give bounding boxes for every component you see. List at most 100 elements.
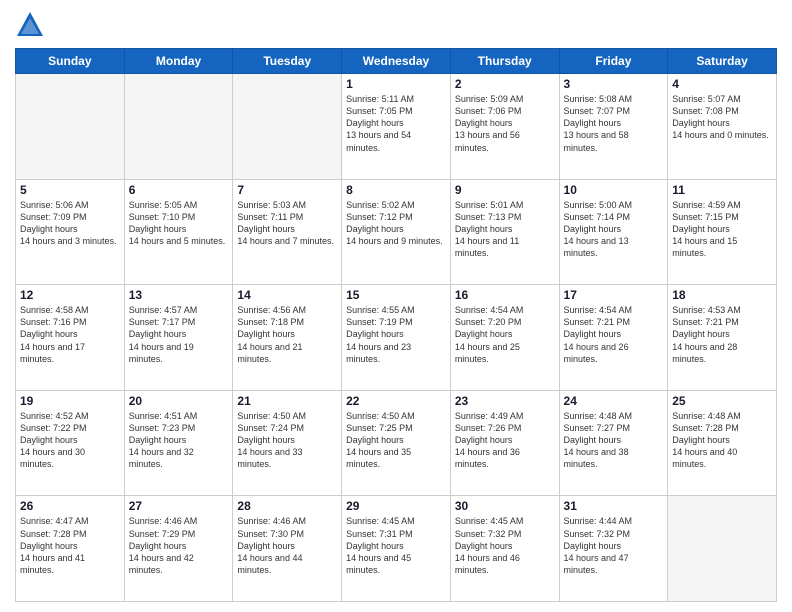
- day-info: Sunrise: 4:45 AMSunset: 7:31 PMDaylight …: [346, 515, 446, 576]
- calendar-cell: 19 Sunrise: 4:52 AMSunset: 7:22 PMDayligh…: [16, 390, 125, 496]
- day-info: Sunrise: 5:07 AMSunset: 7:08 PMDaylight …: [672, 93, 772, 142]
- calendar-cell: 11 Sunrise: 4:59 AMSunset: 7:15 PMDayligh…: [668, 179, 777, 285]
- day-number: 1: [346, 77, 446, 91]
- day-info: Sunrise: 5:05 AMSunset: 7:10 PMDaylight …: [129, 199, 229, 248]
- day-number: 26: [20, 499, 120, 513]
- calendar-cell: 7Sunrise: 5:03 AMSunset: 7:11 PMDaylight…: [233, 179, 342, 285]
- day-number: 11: [672, 183, 772, 197]
- calendar-cell: 22Sunrise: 4:50 AMSunset: 7:25 PMDayligh…: [342, 390, 451, 496]
- day-info: Sunrise: 4:50 AMSunset: 7:25 PMDaylight …: [346, 410, 446, 471]
- day-number: 17: [564, 288, 664, 302]
- calendar-cell: 3Sunrise: 5:08 AMSunset: 7:07 PMDaylight…: [559, 74, 668, 180]
- day-number: 10: [564, 183, 664, 197]
- day-info: Sunrise: 4:46 AMSunset: 7:29 PMDaylight …: [129, 515, 229, 576]
- calendar-cell: 25Sunrise: 4:48 AMSunset: 7:28 PMDayligh…: [668, 390, 777, 496]
- day-info: Sunrise: 4:54 AMSunset: 7:20 PMDaylight …: [455, 304, 555, 365]
- day-info: Sunrise: 5:01 AMSunset: 7:13 PMDaylight …: [455, 199, 555, 260]
- calendar-cell: 23Sunrise: 4:49 AMSunset: 7:26 PMDayligh…: [450, 390, 559, 496]
- day-number: 6: [129, 183, 229, 197]
- weekday-header-friday: Friday: [559, 49, 668, 74]
- calendar-cell: 5 Sunrise: 5:06 AMSunset: 7:09 PMDaylight…: [16, 179, 125, 285]
- calendar-cell: 4 Sunrise: 5:07 AMSunset: 7:08 PMDaylight…: [668, 74, 777, 180]
- calendar-cell: 12 Sunrise: 4:58 AMSunset: 7:16 PMDayligh…: [16, 285, 125, 391]
- day-info: Sunrise: 5:09 AMSunset: 7:06 PMDaylight …: [455, 93, 555, 154]
- day-info: Sunrise: 4:45 AMSunset: 7:32 PMDaylight …: [455, 515, 555, 576]
- day-number: 18: [672, 288, 772, 302]
- calendar-cell: 8 Sunrise: 5:02 AMSunset: 7:12 PMDaylight…: [342, 179, 451, 285]
- day-number: 24: [564, 394, 664, 408]
- calendar-table: SundayMondayTuesdayWednesdayThursdayFrid…: [15, 48, 777, 602]
- day-info: Sunrise: 4:49 AMSunset: 7:26 PMDaylight …: [455, 410, 555, 471]
- day-info: Sunrise: 4:47 AMSunset: 7:28 PMDaylight …: [20, 515, 120, 576]
- day-number: 19: [20, 394, 120, 408]
- header: [15, 10, 777, 40]
- weekday-header-monday: Monday: [124, 49, 233, 74]
- day-number: 4: [672, 77, 772, 91]
- day-number: 14: [237, 288, 337, 302]
- day-info: Sunrise: 5:06 AMSunset: 7:09 PMDaylight …: [20, 199, 120, 248]
- weekday-header-sunday: Sunday: [16, 49, 125, 74]
- week-row-2: 5 Sunrise: 5:06 AMSunset: 7:09 PMDaylight…: [16, 179, 777, 285]
- day-number: 16: [455, 288, 555, 302]
- day-info: Sunrise: 5:03 AMSunset: 7:11 PMDaylight …: [237, 199, 337, 248]
- weekday-header-row: SundayMondayTuesdayWednesdayThursdayFrid…: [16, 49, 777, 74]
- day-number: 3: [564, 77, 664, 91]
- day-number: 12: [20, 288, 120, 302]
- day-number: 20: [129, 394, 229, 408]
- calendar-cell: 17 Sunrise: 4:54 AMSunset: 7:21 PMDayligh…: [559, 285, 668, 391]
- day-info: Sunrise: 4:52 AMSunset: 7:22 PMDaylight …: [20, 410, 120, 471]
- day-info: Sunrise: 4:53 AMSunset: 7:21 PMDaylight …: [672, 304, 772, 365]
- day-number: 21: [237, 394, 337, 408]
- calendar-cell: 2 Sunrise: 5:09 AMSunset: 7:06 PMDaylight…: [450, 74, 559, 180]
- day-number: 31: [564, 499, 664, 513]
- calendar-cell: 28 Sunrise: 4:46 AMSunset: 7:30 PMDayligh…: [233, 496, 342, 602]
- calendar-cell: 1Sunrise: 5:11 AMSunset: 7:05 PMDaylight…: [342, 74, 451, 180]
- calendar-cell: [16, 74, 125, 180]
- calendar-cell: [124, 74, 233, 180]
- calendar-cell: 15 Sunrise: 4:55 AMSunset: 7:19 PMDayligh…: [342, 285, 451, 391]
- calendar-cell: 14 Sunrise: 4:56 AMSunset: 7:18 PMDayligh…: [233, 285, 342, 391]
- day-info: Sunrise: 4:56 AMSunset: 7:18 PMDaylight …: [237, 304, 337, 365]
- week-row-1: 1Sunrise: 5:11 AMSunset: 7:05 PMDaylight…: [16, 74, 777, 180]
- calendar-cell: 13 Sunrise: 4:57 AMSunset: 7:17 PMDayligh…: [124, 285, 233, 391]
- week-row-3: 12 Sunrise: 4:58 AMSunset: 7:16 PMDayligh…: [16, 285, 777, 391]
- day-number: 13: [129, 288, 229, 302]
- calendar-cell: 10Sunrise: 5:00 AMSunset: 7:14 PMDayligh…: [559, 179, 668, 285]
- calendar-cell: 24 Sunrise: 4:48 AMSunset: 7:27 PMDayligh…: [559, 390, 668, 496]
- day-info: Sunrise: 4:51 AMSunset: 7:23 PMDaylight …: [129, 410, 229, 471]
- day-info: Sunrise: 4:46 AMSunset: 7:30 PMDaylight …: [237, 515, 337, 576]
- day-number: 30: [455, 499, 555, 513]
- day-number: 25: [672, 394, 772, 408]
- day-info: Sunrise: 4:58 AMSunset: 7:16 PMDaylight …: [20, 304, 120, 365]
- day-number: 5: [20, 183, 120, 197]
- week-row-5: 26 Sunrise: 4:47 AMSunset: 7:28 PMDayligh…: [16, 496, 777, 602]
- day-info: Sunrise: 5:02 AMSunset: 7:12 PMDaylight …: [346, 199, 446, 248]
- weekday-header-saturday: Saturday: [668, 49, 777, 74]
- day-number: 27: [129, 499, 229, 513]
- day-info: Sunrise: 4:44 AMSunset: 7:32 PMDaylight …: [564, 515, 664, 576]
- calendar-cell: 30 Sunrise: 4:45 AMSunset: 7:32 PMDayligh…: [450, 496, 559, 602]
- day-info: Sunrise: 4:57 AMSunset: 7:17 PMDaylight …: [129, 304, 229, 365]
- calendar-cell: 27 Sunrise: 4:46 AMSunset: 7:29 PMDayligh…: [124, 496, 233, 602]
- day-info: Sunrise: 4:59 AMSunset: 7:15 PMDaylight …: [672, 199, 772, 260]
- calendar-cell: 6 Sunrise: 5:05 AMSunset: 7:10 PMDaylight…: [124, 179, 233, 285]
- calendar-cell: 9Sunrise: 5:01 AMSunset: 7:13 PMDaylight…: [450, 179, 559, 285]
- calendar-cell: 29 Sunrise: 4:45 AMSunset: 7:31 PMDayligh…: [342, 496, 451, 602]
- calendar-cell: 26 Sunrise: 4:47 AMSunset: 7:28 PMDayligh…: [16, 496, 125, 602]
- day-number: 29: [346, 499, 446, 513]
- day-number: 28: [237, 499, 337, 513]
- day-number: 8: [346, 183, 446, 197]
- calendar-cell: 31 Sunrise: 4:44 AMSunset: 7:32 PMDayligh…: [559, 496, 668, 602]
- calendar-cell: 16 Sunrise: 4:54 AMSunset: 7:20 PMDayligh…: [450, 285, 559, 391]
- day-info: Sunrise: 4:55 AMSunset: 7:19 PMDaylight …: [346, 304, 446, 365]
- week-row-4: 19 Sunrise: 4:52 AMSunset: 7:22 PMDayligh…: [16, 390, 777, 496]
- day-number: 2: [455, 77, 555, 91]
- logo-icon: [15, 10, 45, 40]
- day-info: Sunrise: 4:54 AMSunset: 7:21 PMDaylight …: [564, 304, 664, 365]
- calendar-cell: [233, 74, 342, 180]
- weekday-header-thursday: Thursday: [450, 49, 559, 74]
- weekday-header-tuesday: Tuesday: [233, 49, 342, 74]
- day-info: Sunrise: 4:48 AMSunset: 7:27 PMDaylight …: [564, 410, 664, 471]
- logo: [15, 10, 49, 40]
- day-number: 15: [346, 288, 446, 302]
